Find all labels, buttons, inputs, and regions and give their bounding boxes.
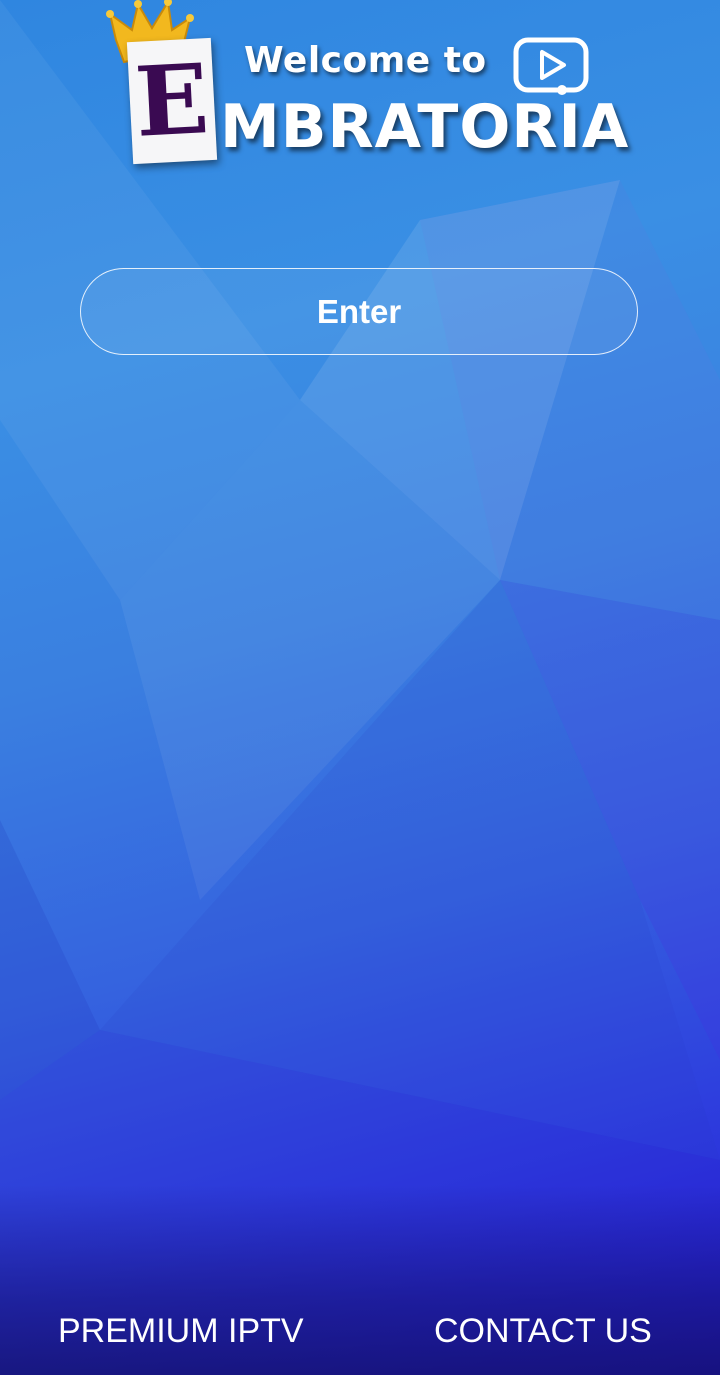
contact-us-link[interactable]: CONTACT US	[434, 1312, 652, 1351]
welcome-screen: E Welcome to MBRATORIA Enter PREMIUM IPT…	[0, 0, 720, 1375]
play-icon	[513, 37, 589, 95]
brand-name: MBRATORIA	[220, 92, 630, 162]
app-logo: E Welcome to MBRATORIA	[100, 0, 640, 180]
welcome-text: Welcome to	[244, 40, 487, 81]
enter-button-label: Enter	[316, 292, 402, 330]
logo-e-letter: E	[132, 42, 212, 159]
enter-button[interactable]: Enter	[80, 268, 638, 355]
premium-iptv-link[interactable]: PREMIUM IPTV	[58, 1312, 304, 1351]
logo-e-card: E	[126, 37, 218, 165]
background-facets	[0, 0, 720, 1375]
